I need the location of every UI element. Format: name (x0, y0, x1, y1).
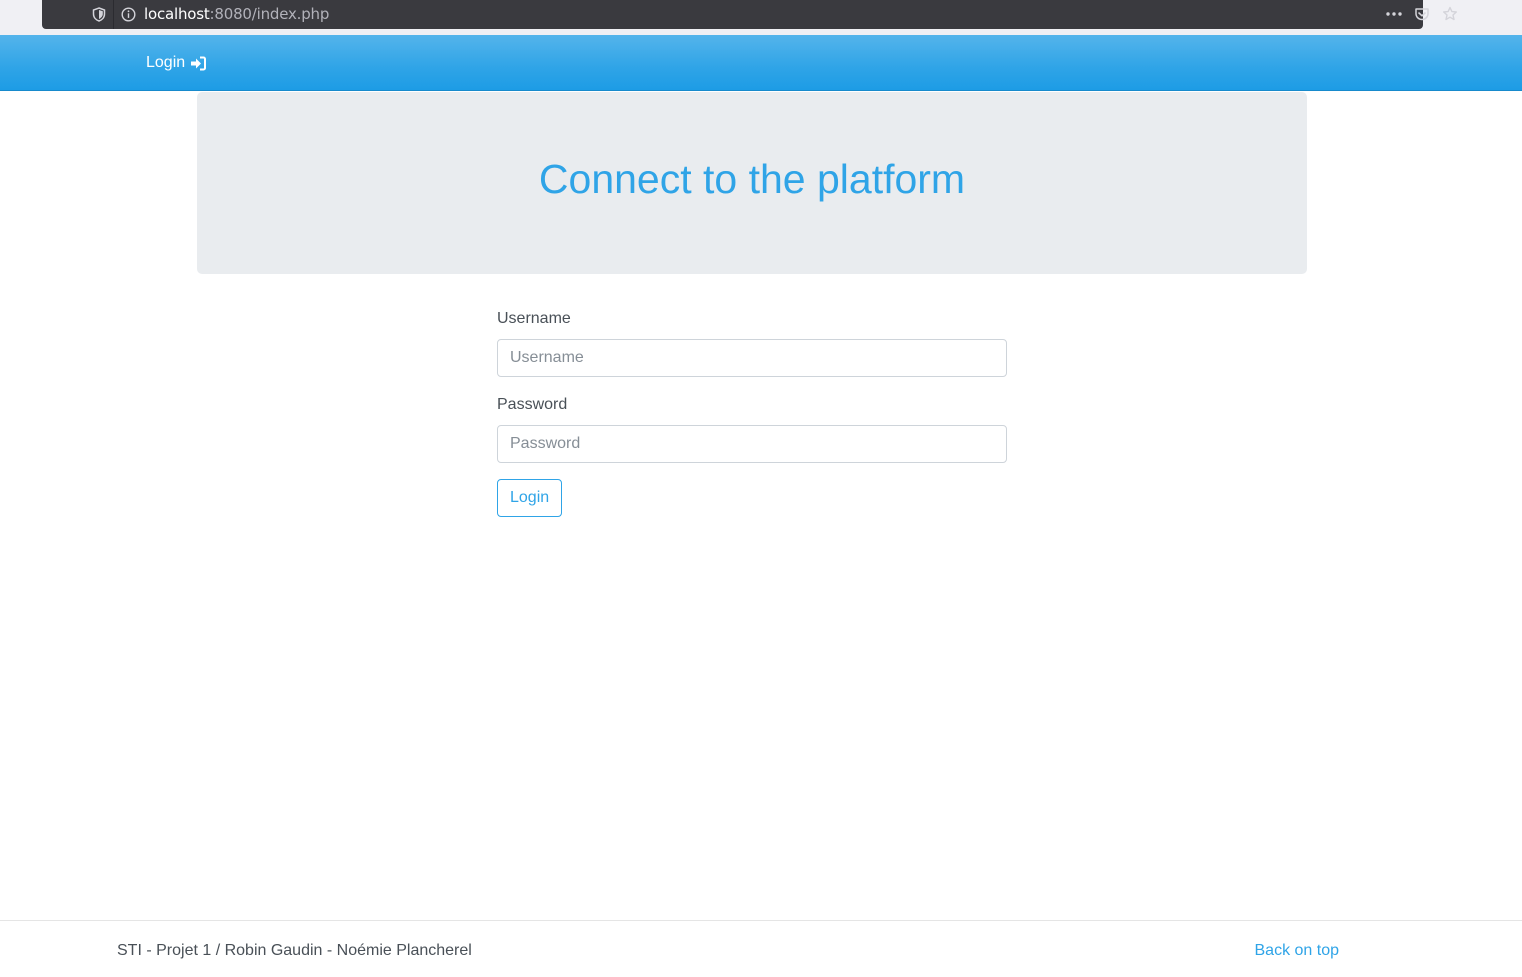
username-input[interactable] (497, 339, 1007, 377)
password-field-wrapper (497, 425, 1007, 463)
top-navbar: Login (0, 35, 1522, 91)
site-info-icon[interactable] (121, 7, 136, 22)
password-label: Password (497, 396, 568, 413)
page-title: Connect to the platform (538, 155, 966, 202)
url-bar-divider (113, 0, 114, 29)
url-bar[interactable]: localhost:8080/index.php (42, 0, 1457, 29)
url-path: :8080/index.php (209, 5, 330, 23)
username-label: Username (497, 310, 571, 327)
pocket-icon[interactable] (1414, 6, 1430, 22)
url-host: localhost (144, 5, 210, 23)
footer-credits: STI - Projet 1 / Robin Gaudin - Noémie P… (117, 942, 472, 959)
page-actions-menu-icon[interactable] (1385, 8, 1403, 20)
username-field-wrapper (497, 339, 1007, 377)
url-text[interactable]: localhost:8080/index.php (144, 6, 329, 23)
tracking-shield-icon[interactable] (92, 7, 106, 22)
nav-login-label: Login (146, 54, 186, 71)
footer: STI - Projet 1 / Robin Gaudin - Noémie P… (0, 920, 1522, 977)
browser-toolbar: localhost:8080/index.php (0, 0, 1522, 35)
back-on-top-link[interactable]: Back on top (1255, 942, 1340, 960)
jumbotron: Connect to the platform (197, 92, 1307, 274)
login-button[interactable]: Login (497, 479, 563, 517)
password-input[interactable] (497, 425, 1007, 463)
bookmark-star-icon[interactable] (1442, 6, 1458, 22)
nav-login-link[interactable]: Login (146, 54, 207, 72)
sign-in-icon (191, 56, 207, 70)
